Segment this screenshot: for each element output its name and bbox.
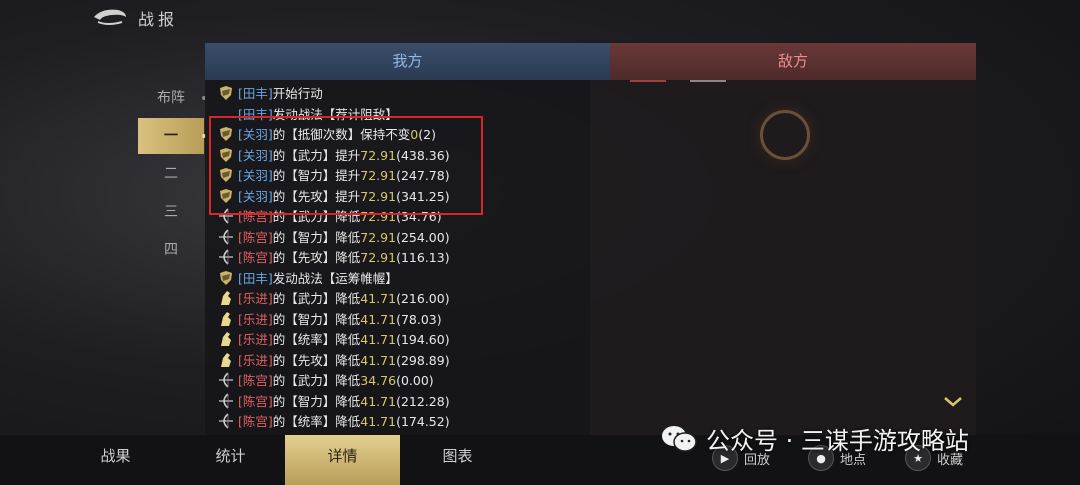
general-name[interactable]: [陈宫] xyxy=(238,230,273,245)
log-total-value: (116.13) xyxy=(396,250,450,265)
log-row: [田丰]开始行动 xyxy=(218,84,323,104)
log-change-value: 41.71 xyxy=(360,352,397,368)
log-total-value: (194.60) xyxy=(396,332,450,347)
general-name[interactable]: [乐进] xyxy=(238,291,273,306)
log-change-value: 72.91 xyxy=(360,229,397,245)
nav-item-round-3[interactable]: 三 xyxy=(138,194,204,230)
log-change-value: 41.71 xyxy=(360,311,397,327)
enemy-area xyxy=(590,80,976,435)
nav-item-round-1[interactable]: 一 xyxy=(138,118,204,154)
page-title: 战报 xyxy=(138,10,179,29)
log-row: [乐进]的【统率】降低41.71(194.60) xyxy=(218,330,450,350)
log-attr: 的【武力】降低 xyxy=(272,373,361,388)
nav-item-round-4[interactable]: 四 xyxy=(138,232,204,268)
bow-icon xyxy=(219,228,233,245)
log-attr: 的【智力】降低 xyxy=(272,229,361,245)
horse-icon xyxy=(221,291,231,305)
log-change-value: 34.76 xyxy=(360,373,397,388)
log-attr: 的【统率】降低 xyxy=(272,332,361,347)
general-name[interactable]: [乐进] xyxy=(238,332,273,347)
log-change-value: 72.91 xyxy=(360,250,397,265)
log-row: [乐进]的【武力】降低41.71(216.00) xyxy=(218,289,450,309)
tab-results[interactable]: 战果 xyxy=(58,435,173,485)
general-name[interactable]: [乐进] xyxy=(238,312,273,327)
log-attr: 的【智力】降低 xyxy=(272,393,361,409)
log-attr: 的【统率】降低 xyxy=(272,414,361,429)
bow-icon xyxy=(219,372,233,388)
log-attr: 的【先攻】降低 xyxy=(272,352,361,368)
log-attr: 的【智力】降低 xyxy=(272,311,361,327)
log-change-value: 41.71 xyxy=(360,393,397,409)
tab-enemy-side[interactable]: 敌方 xyxy=(610,43,976,80)
shield-icon xyxy=(220,86,232,100)
bow-icon xyxy=(219,249,233,265)
log-row: [乐进]的【先攻】降低41.71(298.89) xyxy=(218,351,450,371)
log-row: [田丰]发动战法【运筹帷幄】 xyxy=(218,269,398,289)
horse-icon xyxy=(221,352,231,367)
log-total-value: (0.00) xyxy=(396,373,434,388)
log-row: [陈宫]的【智力】降低41.71(212.28) xyxy=(218,392,450,412)
watermark-text: 公众号 · 三谋手游攻略站 xyxy=(706,427,969,455)
shield-icon xyxy=(220,270,232,285)
log-total-value: (254.00) xyxy=(396,229,450,245)
log-total-value: (216.00) xyxy=(396,291,450,306)
tab-my-side[interactable]: 我方 xyxy=(205,43,610,80)
general-name[interactable]: [陈宫] xyxy=(238,373,273,388)
log-change-value: 41.71 xyxy=(360,291,397,306)
bow-icon xyxy=(219,392,233,409)
general-name[interactable]: [陈宫] xyxy=(238,414,273,429)
nav-item-round-2[interactable]: 二 xyxy=(138,156,204,192)
tab-details[interactable]: 详情 xyxy=(285,435,400,485)
log-change-value: 41.71 xyxy=(360,414,397,429)
nav-item-formation[interactable]: 布阵 xyxy=(138,80,204,116)
back-icon[interactable] xyxy=(92,6,130,28)
log-text: 开始行动 xyxy=(272,86,323,101)
general-name[interactable]: [陈宫] xyxy=(238,250,273,265)
enemy-marker xyxy=(630,80,666,82)
top-bar: 战报 xyxy=(0,0,1080,34)
general-name[interactable]: [陈宫] xyxy=(238,394,273,409)
watermark: 公众号 · 三谋手游攻略站 xyxy=(660,421,969,456)
tab-charts[interactable]: 图表 xyxy=(400,435,515,485)
log-text: 发动战法【运筹帷幄】 xyxy=(272,270,398,286)
wechat-icon xyxy=(662,425,697,452)
general-name[interactable]: [田丰] xyxy=(238,271,273,286)
horse-icon xyxy=(221,311,231,326)
log-row: [陈宫]的【武力】降低34.76(0.00) xyxy=(218,371,434,391)
tab-statistics[interactable]: 统计 xyxy=(173,435,288,485)
chevron-down-icon[interactable] xyxy=(944,397,962,407)
bow-icon xyxy=(219,413,233,429)
log-row: [陈宫]的【先攻】降低72.91(116.13) xyxy=(218,248,450,268)
log-total-value: (212.28) xyxy=(396,393,450,409)
log-row: [陈宫]的【统率】降低41.71(174.52) xyxy=(218,412,450,432)
general-name[interactable]: [田丰] xyxy=(238,86,273,101)
general-name[interactable]: [乐进] xyxy=(238,353,273,368)
log-total-value: (298.89) xyxy=(396,352,450,368)
log-row: [陈宫]的【智力】降低72.91(254.00) xyxy=(218,228,450,248)
enemy-marker xyxy=(690,80,726,82)
log-total-value: (78.03) xyxy=(396,311,442,327)
log-change-value: 41.71 xyxy=(360,332,397,347)
horse-icon xyxy=(221,332,231,346)
highlight-box xyxy=(209,116,483,215)
log-attr: 的【武力】降低 xyxy=(272,291,361,306)
loading-ring-icon xyxy=(760,110,810,160)
log-row: [乐进]的【智力】降低41.71(78.03) xyxy=(218,310,442,330)
log-total-value: (174.52) xyxy=(396,414,450,429)
log-attr: 的【先攻】降低 xyxy=(272,250,361,265)
